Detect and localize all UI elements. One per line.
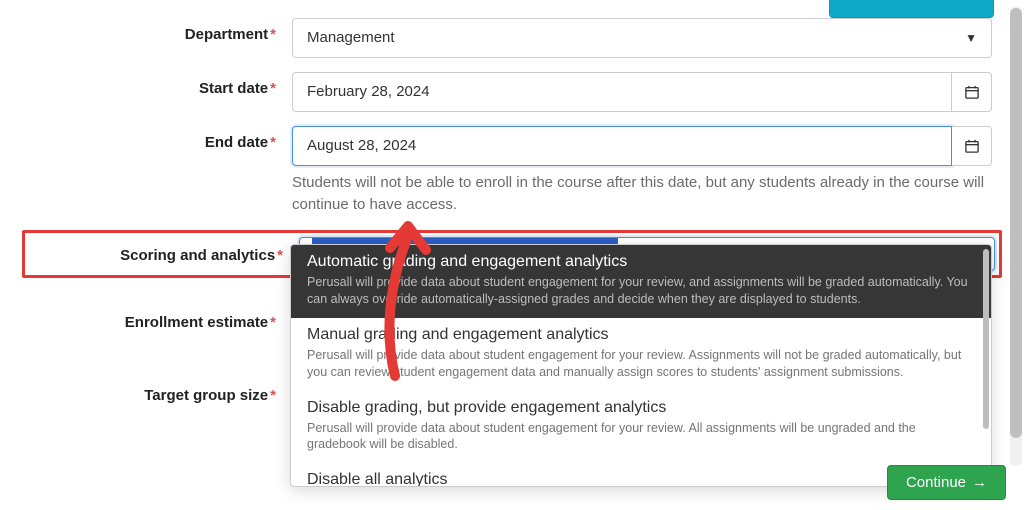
end-date-help: Students will not be able to enroll in t…: [292, 172, 992, 216]
target-group-label: Target group size*: [22, 379, 292, 404]
dropdown-scrollbar[interactable]: [983, 249, 989, 429]
end-date-input[interactable]: August 28, 2024: [292, 126, 952, 166]
start-date-label: Start date*: [22, 72, 292, 97]
scoring-option-manual[interactable]: Manual grading and engagement analytics …: [291, 318, 991, 391]
start-date-input[interactable]: February 28, 2024: [292, 72, 952, 112]
start-date-calendar-button[interactable]: [952, 72, 992, 112]
department-select[interactable]: Management ▼: [292, 18, 992, 58]
start-date-row: Start date* February 28, 2024: [22, 72, 1002, 112]
scoring-option-automatic[interactable]: Automatic grading and engagement analyti…: [291, 245, 991, 318]
department-row: Department* Management ▼: [22, 18, 1002, 58]
copy-settings-button[interactable]: [829, 0, 994, 18]
end-date-calendar-button[interactable]: [952, 126, 992, 166]
continue-button[interactable]: Continue →: [887, 465, 1006, 500]
end-date-label: End date*: [22, 126, 292, 151]
scoring-dropdown: Automatic grading and engagement analyti…: [290, 244, 992, 487]
enrollment-label: Enrollment estimate*: [22, 306, 292, 331]
scoring-label: Scoring and analytics*: [29, 243, 299, 264]
arrow-right-icon: →: [972, 474, 987, 491]
department-value: Management: [307, 19, 957, 57]
page-scrollbar-thumb[interactable]: [1010, 8, 1022, 438]
calendar-icon: [965, 139, 979, 153]
end-date-row: End date* August 28, 2024 Students will …: [22, 126, 1002, 216]
caret-down-icon: ▼: [965, 19, 977, 57]
scoring-option-disable-grading[interactable]: Disable grading, but provide engagement …: [291, 391, 991, 464]
department-label: Department*: [22, 18, 292, 43]
calendar-icon: [965, 85, 979, 99]
